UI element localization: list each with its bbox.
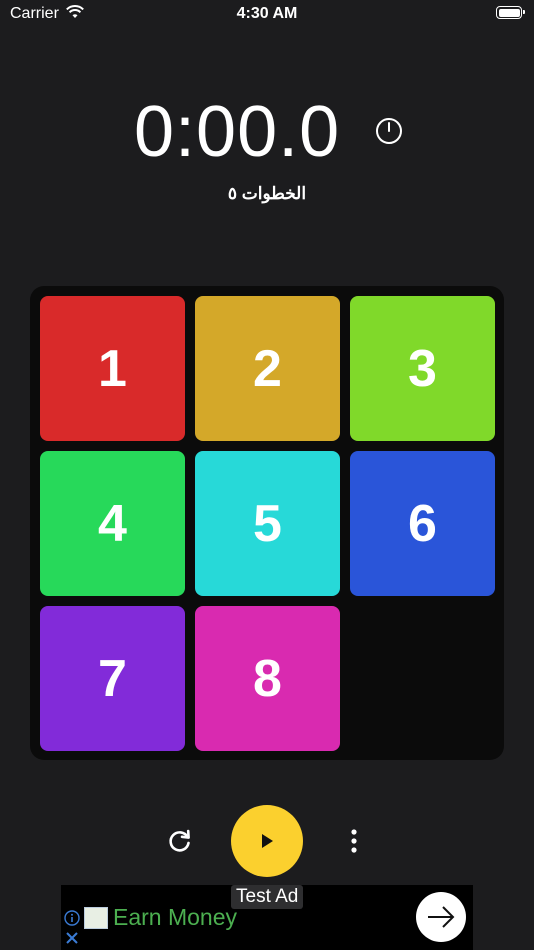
puzzle-tile-7[interactable]: 7 [40,606,185,751]
more-vertical-icon [351,829,357,853]
puzzle-tile-3[interactable]: 3 [350,296,495,441]
puzzle-tile-8[interactable]: 8 [195,606,340,751]
puzzle-board: 123 456 78 [30,286,504,760]
refresh-icon [169,829,190,852]
puzzle-tile-2[interactable]: 2 [195,296,340,441]
moves-counter: الخطوات ٥ [227,184,307,203]
puzzle-tile-5[interactable]: 5 [195,451,340,596]
play-icon [262,834,273,848]
timer-display: 0:00.0 [134,92,341,172]
ad-thumbnail [84,907,108,929]
status-bar: Carrier 4:30 AM [0,0,534,30]
info-icon[interactable] [64,910,80,926]
refresh-button[interactable] [164,825,196,857]
arrow-right-icon [428,906,455,928]
ad-label: Test Ad [231,885,304,909]
game-controls [0,805,534,877]
ad-cta-button[interactable] [416,892,466,942]
puzzle-tile-6[interactable]: 6 [350,451,495,596]
battery-icon [496,6,525,19]
puzzle-tile-4[interactable]: 4 [40,451,185,596]
play-button[interactable] [231,805,303,877]
puzzle-tile-1[interactable]: 1 [40,296,185,441]
ad-headline[interactable]: Earn Money [113,904,237,931]
more-options-button[interactable] [340,825,368,857]
close-icon[interactable] [64,930,80,946]
stopwatch-icon[interactable] [375,117,403,145]
status-time: 4:30 AM [236,5,298,22]
